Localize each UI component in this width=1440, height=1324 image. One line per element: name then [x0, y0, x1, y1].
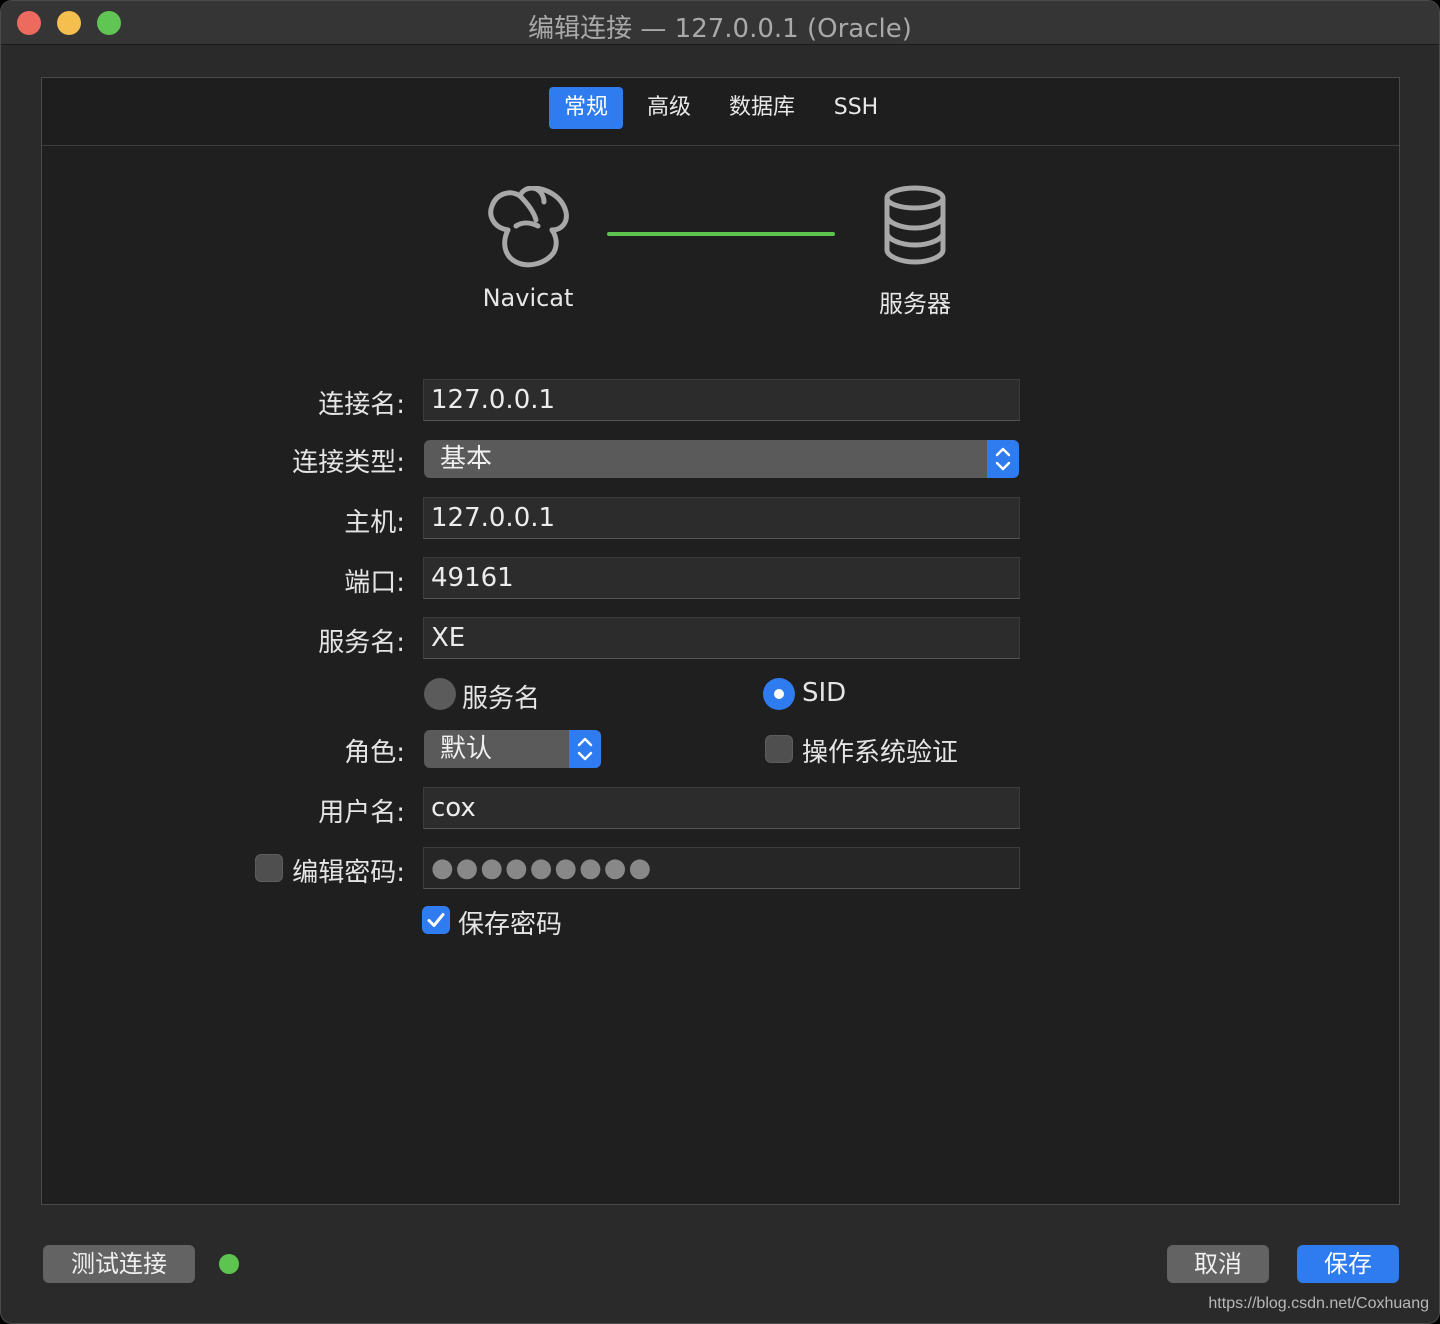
chevron-updown-icon — [987, 440, 1019, 478]
cancel-button[interactable]: 取消 — [1167, 1245, 1269, 1283]
service-name-radio[interactable] — [424, 678, 456, 710]
save-password-label: 保存密码 — [458, 910, 563, 940]
watermark-text: https://blog.csdn.net/Coxhuang — [1208, 1295, 1429, 1312]
service-name-label: 服务名: — [318, 628, 405, 658]
connection-status-indicator — [219, 1254, 239, 1274]
sid-radio[interactable] — [763, 678, 795, 710]
database-icon — [884, 185, 946, 265]
client-label: Navicat — [482, 284, 574, 312]
tab-general[interactable]: 常规 — [549, 87, 623, 129]
port-label: 端口: — [344, 568, 405, 598]
sid-radio-label: SID — [802, 678, 847, 708]
connection-type-select[interactable]: 基本 — [424, 440, 1019, 478]
os-auth-checkbox[interactable] — [765, 735, 793, 763]
username-label: 用户名: — [318, 798, 405, 828]
edit-connection-window: 编辑连接 — 127.0.0.1 (Oracle) 常规 高级 数据库 SSH … — [0, 0, 1440, 1324]
edit-password-label: 编辑密码: — [292, 858, 405, 888]
title-bar: 编辑连接 — 127.0.0.1 (Oracle) — [1, 1, 1439, 45]
save-password-checkbox[interactable] — [422, 906, 450, 934]
os-auth-label: 操作系统验证 — [802, 738, 959, 768]
navicat-logo-icon — [488, 186, 569, 268]
role-select[interactable]: 默认 — [424, 730, 601, 768]
settings-panel: 常规 高级 数据库 SSH Navicat 服务器 连接名: 127.0.0.1… — [41, 77, 1400, 1205]
connection-type-label: 连接类型: — [292, 448, 405, 478]
service-name-input[interactable] — [423, 617, 1020, 659]
role-value: 默认 — [440, 734, 493, 764]
tab-ssh[interactable]: SSH — [822, 87, 890, 129]
test-connection-button[interactable]: 测试连接 — [43, 1245, 195, 1283]
service-name-radio-label: 服务名 — [462, 684, 541, 714]
tab-bar: 常规 高级 数据库 SSH — [42, 78, 1399, 146]
tab-advanced[interactable]: 高级 — [636, 87, 702, 129]
server-label: 服务器 — [879, 290, 951, 318]
tab-database[interactable]: 数据库 — [718, 87, 806, 129]
host-input[interactable] — [423, 497, 1020, 539]
connection-name-label: 连接名: — [318, 390, 405, 420]
save-button[interactable]: 保存 — [1297, 1245, 1399, 1283]
connection-link-line — [607, 232, 835, 236]
connection-type-value: 基本 — [440, 444, 493, 474]
password-input[interactable] — [423, 847, 1020, 889]
role-label: 角色: — [344, 738, 405, 768]
checkmark-icon — [427, 913, 445, 927]
chevron-updown-icon — [569, 730, 601, 768]
port-input[interactable] — [423, 557, 1020, 599]
connection-name-input[interactable] — [423, 379, 1020, 421]
window-title: 编辑连接 — 127.0.0.1 (Oracle) — [528, 14, 912, 44]
username-input[interactable] — [423, 787, 1020, 829]
host-label: 主机: — [344, 508, 405, 538]
